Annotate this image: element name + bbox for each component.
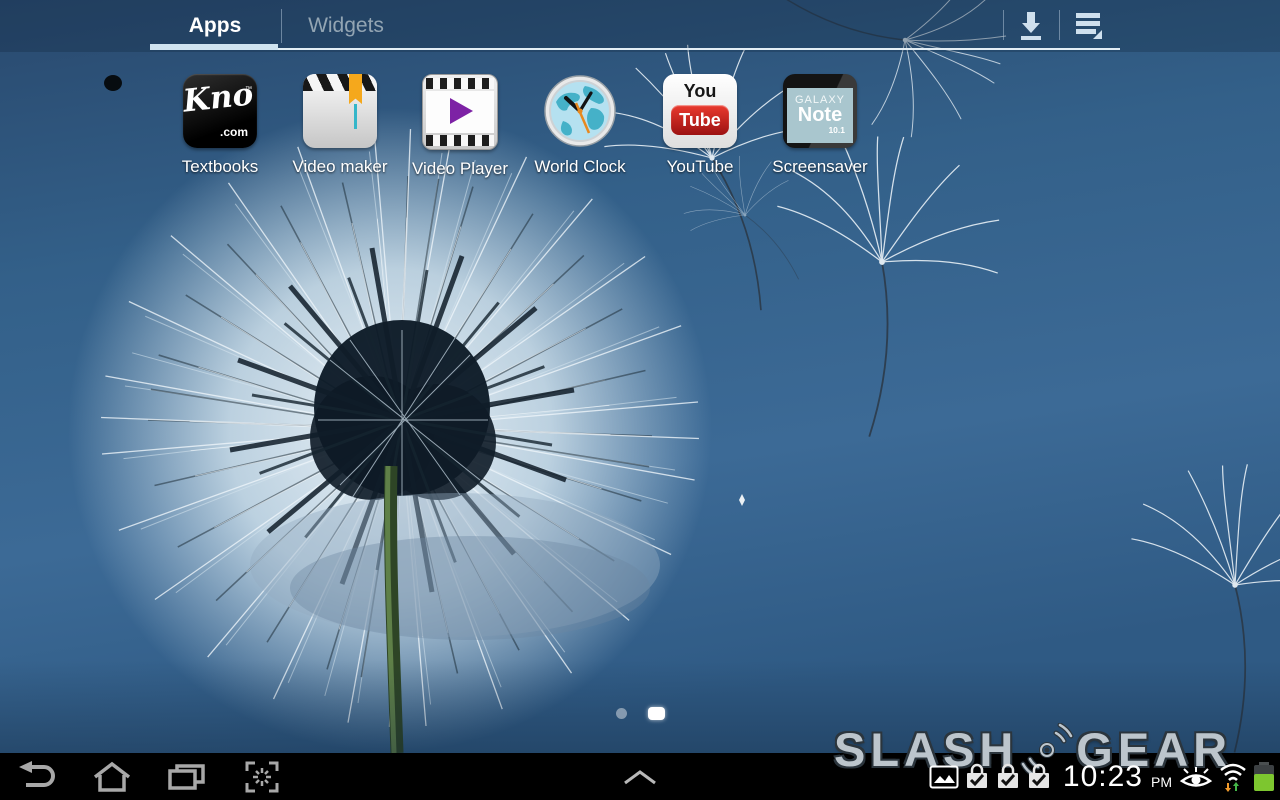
app-label: Textbooks (160, 157, 280, 177)
active-tab-indicator (150, 44, 278, 50)
app-textbooks[interactable]: Kno ™ .com Textbooks (160, 74, 280, 179)
tab-apps[interactable]: Apps (150, 10, 280, 42)
app-video-player[interactable]: Video Player (400, 74, 520, 179)
view-type-button[interactable] (1068, 8, 1110, 44)
tab-underline (150, 48, 1120, 50)
note-text: Note (787, 106, 853, 125)
status-bar[interactable]: 10:23 PM (929, 753, 1275, 800)
kno-tm-text: ™ (245, 86, 252, 93)
download-icon (1015, 10, 1047, 42)
tablet-screen: Apps Widgets Kno ™ (0, 0, 1280, 800)
clock-time: 10:23 (1063, 760, 1143, 794)
clapperboard-icon (303, 74, 377, 148)
app-screensaver[interactable]: GALAXY Note 10.1 Screensaver (760, 74, 880, 179)
battery-icon (1253, 762, 1275, 792)
youtube-icon: You Tube (663, 74, 737, 148)
smart-stay-eye-icon (1179, 765, 1213, 789)
app-drawer-header: Apps Widgets (0, 0, 1280, 56)
download-complete-icon (1026, 763, 1052, 791)
world-clock-icon (543, 74, 617, 148)
app-video-maker[interactable]: Video maker (280, 74, 400, 179)
page-dot-1 (616, 708, 627, 719)
download-apps-button[interactable] (1010, 8, 1052, 44)
kno-icon: Kno ™ .com (183, 74, 257, 148)
navigation-bar: 10:23 PM (0, 753, 1280, 800)
filmstrip-play-icon (422, 74, 498, 150)
action-divider (1059, 10, 1060, 40)
nav-buttons (14, 753, 285, 800)
wifi-traffic-icon (1218, 762, 1248, 792)
home-button[interactable] (89, 758, 135, 796)
recent-apps-icon (167, 762, 207, 792)
screenshot-thumbnail-icon (929, 765, 959, 789)
tab-divider (281, 9, 282, 43)
mini-apps-tray-toggle[interactable] (604, 753, 676, 800)
note-size-text: 10.1 (787, 125, 853, 135)
app-label: YouTube (640, 157, 760, 177)
kno-suffix-text: .com (220, 125, 248, 139)
youtube-tube-text: Tube (671, 105, 729, 135)
app-label: Video maker (280, 157, 400, 177)
dandelion-graphic (68, 108, 712, 753)
view-type-icon (1073, 10, 1105, 42)
download-complete-icon (995, 763, 1021, 791)
app-world-clock[interactable]: World Clock (520, 74, 640, 179)
tab-widgets[interactable]: Widgets (288, 10, 404, 42)
back-icon (15, 761, 59, 793)
app-label: Video Player (400, 159, 520, 179)
app-label: Screensaver (760, 157, 880, 177)
app-label: World Clock (520, 157, 640, 177)
home-icon (92, 761, 132, 793)
action-divider (1003, 10, 1004, 40)
recent-apps-button[interactable] (164, 758, 210, 796)
download-complete-icon (964, 763, 990, 791)
screenshot-icon (244, 760, 280, 794)
page-indicator (0, 702, 1280, 722)
galaxy-note-screensaver-icon: GALAXY Note 10.1 (783, 74, 857, 148)
app-grid: Kno ™ .com Textbooks Video maker Video P… (160, 74, 880, 179)
kno-brand-text: Kno (181, 76, 254, 119)
app-youtube[interactable]: You Tube YouTube (640, 74, 760, 179)
clock-meridiem: PM (1151, 774, 1172, 790)
screenshot-button[interactable] (239, 758, 285, 796)
expand-tray-chevron-icon (621, 769, 659, 785)
page-dot-2-active (648, 707, 665, 720)
youtube-you-text: You (663, 81, 737, 102)
back-button[interactable] (14, 758, 60, 796)
